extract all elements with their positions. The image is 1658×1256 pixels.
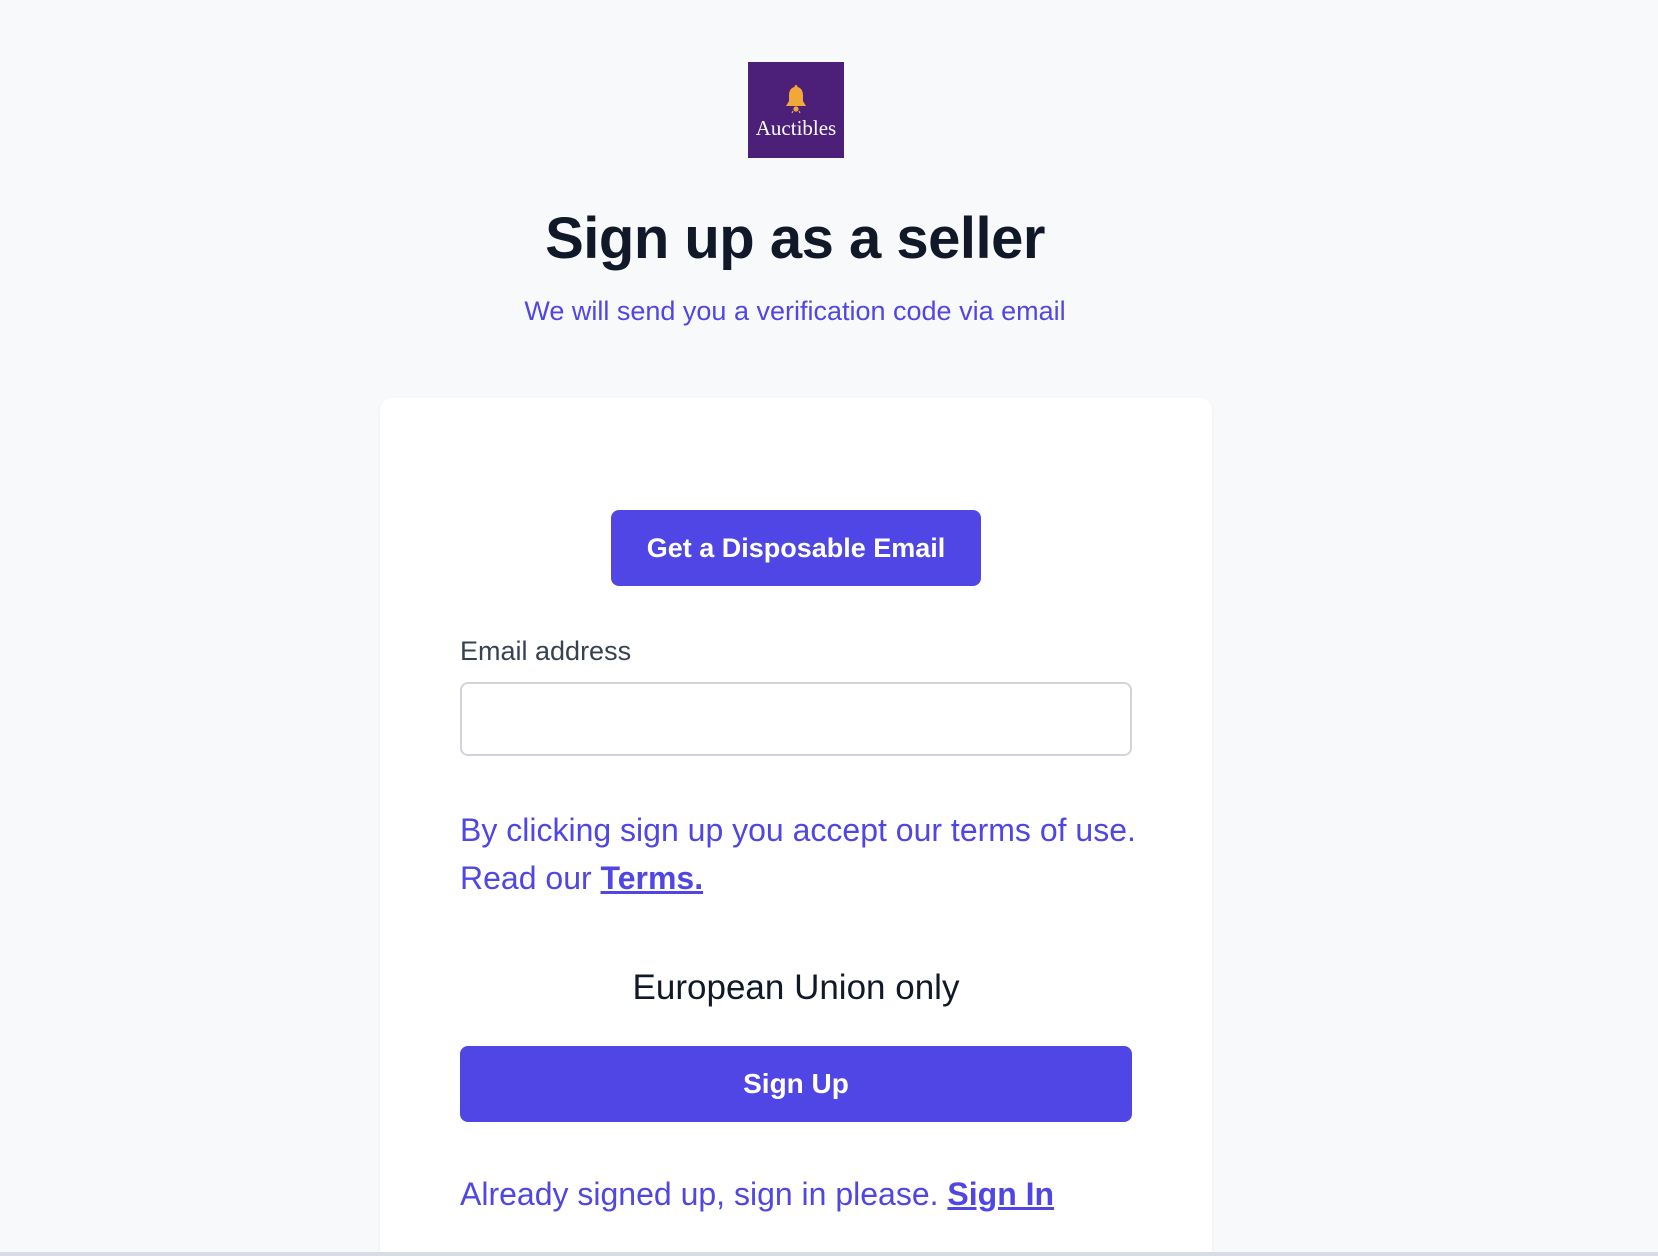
page-title: Sign up as a seller	[545, 206, 1045, 271]
bell-icon	[786, 85, 806, 114]
signup-page: Auctibles Sign up as a seller We will se…	[0, 0, 1658, 1256]
region-note: European Union only	[632, 968, 960, 1007]
brand-logo[interactable]: Auctibles	[748, 62, 844, 158]
sign-in-prompt-text: Already signed up, sign in please.	[460, 1176, 948, 1212]
sign-in-prompt: Already signed up, sign in please. Sign …	[460, 1176, 1054, 1213]
email-label: Email address	[460, 636, 632, 666]
terms-notice: By clicking sign up you accept our terms…	[460, 806, 1140, 902]
get-disposable-email-button[interactable]: Get a Disposable Email	[611, 510, 981, 586]
page-subtitle: We will send you a verification code via…	[524, 296, 1066, 326]
terms-link[interactable]: Terms.	[601, 860, 704, 896]
sign-up-button[interactable]: Sign Up	[460, 1046, 1132, 1122]
brand-logo-text: Auctibles	[755, 116, 837, 140]
bottom-divider	[0, 1252, 1658, 1256]
sign-in-link[interactable]: Sign In	[947, 1176, 1054, 1212]
email-input[interactable]	[460, 682, 1132, 756]
terms-text: By clicking sign up you accept our terms…	[460, 812, 1136, 896]
signup-card: Get a Disposable Email Email address By …	[380, 398, 1212, 1256]
